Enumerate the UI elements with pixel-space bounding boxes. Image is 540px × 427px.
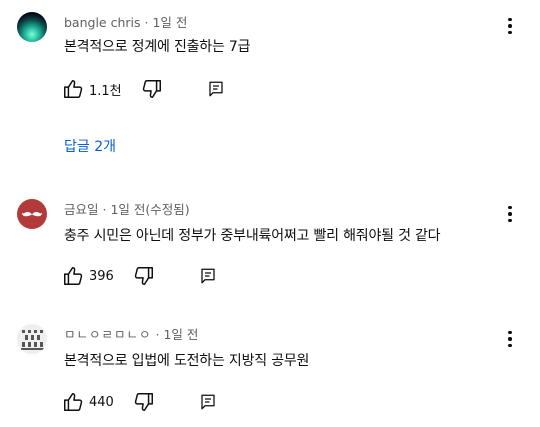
like-button[interactable]: 440 <box>62 391 114 413</box>
reply-icon <box>201 394 215 410</box>
reply-button[interactable] <box>199 267 217 285</box>
more-vert-icon <box>508 330 512 335</box>
gradient-orb-avatar <box>17 12 47 42</box>
dislike-button[interactable] <box>133 265 155 287</box>
chess-pattern-avatar <box>17 324 47 354</box>
comment-time[interactable]: · 1일 전 <box>156 327 199 342</box>
more-vert-icon <box>508 17 512 22</box>
reply-button[interactable] <box>199 393 217 411</box>
thumb-down-icon <box>134 267 153 285</box>
dislike-button[interactable] <box>141 78 163 100</box>
like-count: 1.1천 <box>89 83 122 99</box>
dislike-button[interactable] <box>133 391 155 413</box>
comment-3: ㅁㄴㅇㄹㅁㄴㅇ · 1일 전 본격적으로 입법에 도전하는 지방직 공무원 44… <box>0 322 540 427</box>
like-count: 396 <box>89 268 114 284</box>
comment-actions: 440 <box>62 390 217 414</box>
comment-text: 본격적으로 정계에 진출하는 7급 <box>64 39 251 55</box>
like-button[interactable]: 1.1천 <box>62 78 122 100</box>
comment-time[interactable]: · 1일 전 <box>145 15 188 30</box>
comment-text: 충주 시민은 아닌데 정부가 중부내륙어쩌고 빨리 해줘야될 것 같다 <box>64 228 441 244</box>
comment-actions: 1.1천 <box>62 77 225 101</box>
comment-menu-button[interactable] <box>500 328 520 350</box>
thumb-up-icon <box>64 80 83 98</box>
comment-1: bangle chris · 1일 전 본격적으로 정계에 진출하는 7급 1.… <box>0 0 540 170</box>
comment-time[interactable]: · 1일 전(수정됨) <box>103 202 190 217</box>
comment-text: 본격적으로 입법에 도전하는 지방직 공무원 <box>64 353 310 369</box>
like-button[interactable]: 396 <box>62 265 114 287</box>
comment-actions: 396 <box>62 264 217 288</box>
author-name[interactable]: bangle chris <box>64 15 141 30</box>
author-name[interactable]: ㅁㄴㅇㄹㅁㄴㅇ <box>64 327 152 342</box>
replies-toggle[interactable]: 답글 2개 <box>64 136 116 156</box>
thumb-up-icon <box>64 267 83 285</box>
more-vert-icon <box>508 205 512 210</box>
comment-menu-button[interactable] <box>500 203 520 225</box>
author-name[interactable]: 금요일 <box>64 202 99 217</box>
avatar[interactable] <box>17 199 47 229</box>
reply-icon <box>209 81 223 97</box>
mustache-avatar <box>22 212 42 217</box>
comment-meta: ㅁㄴㅇㄹㅁㄴㅇ · 1일 전 <box>64 324 198 343</box>
comment-menu-button[interactable] <box>500 15 520 37</box>
thumb-down-icon <box>142 80 161 98</box>
avatar[interactable] <box>17 12 47 42</box>
like-count: 440 <box>89 394 114 410</box>
thumb-down-icon <box>134 393 153 411</box>
comment-meta: bangle chris · 1일 전 <box>64 12 187 31</box>
comment-meta: 금요일 · 1일 전(수정됨) <box>64 199 190 218</box>
comment-2: 금요일 · 1일 전(수정됨) 충주 시민은 아닌데 정부가 중부내륙어쩌고 빨… <box>0 197 540 307</box>
reply-button[interactable] <box>207 80 225 98</box>
thumb-up-icon <box>64 393 83 411</box>
reply-icon <box>201 268 215 284</box>
avatar[interactable] <box>17 324 47 354</box>
